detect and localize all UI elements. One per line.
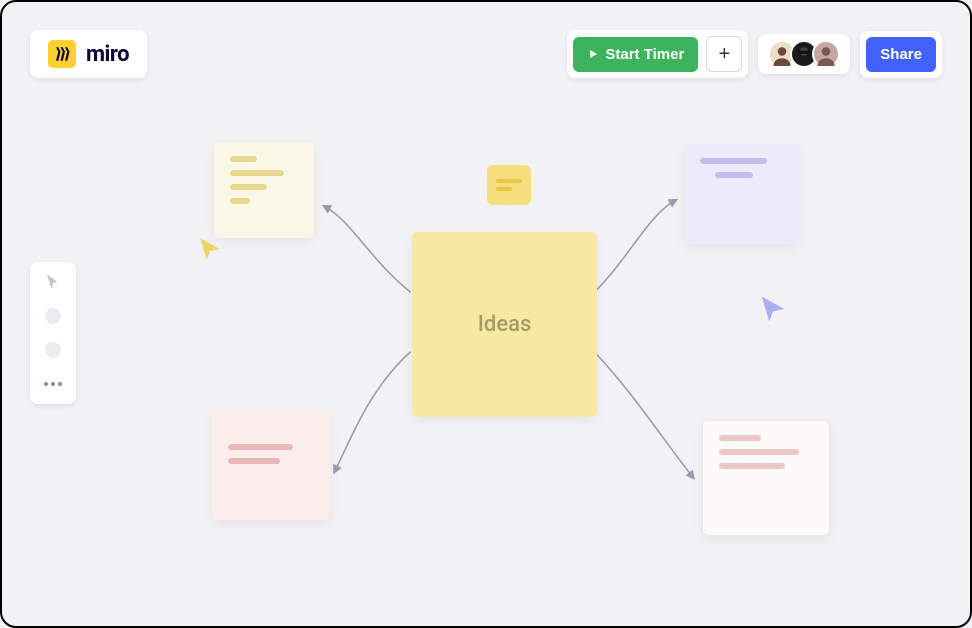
cursor-icon (44, 273, 62, 291)
comment-icon (487, 165, 531, 205)
timer-card: Start Timer + (567, 30, 748, 78)
circle-icon (45, 308, 61, 324)
add-button[interactable]: + (706, 36, 742, 72)
note-top-left (214, 142, 314, 238)
avatar[interactable] (812, 40, 840, 68)
tool-sidebar (30, 262, 76, 404)
person-icon (814, 40, 838, 68)
note-top-right (684, 144, 800, 244)
miro-logo-icon (48, 40, 76, 68)
select-tool[interactable] (43, 272, 63, 292)
note-center: Ideas (412, 232, 597, 417)
share-button[interactable]: Share (866, 37, 936, 72)
circle-icon (45, 342, 61, 358)
logo[interactable]: miro (30, 30, 147, 78)
board-canvas: Ideas (2, 2, 970, 626)
share-label: Share (880, 46, 922, 63)
center-note-label: Ideas (478, 312, 532, 337)
connectors (2, 2, 970, 626)
tool-slot[interactable] (43, 306, 63, 326)
share-card: Share (860, 31, 942, 78)
tool-slot[interactable] (43, 340, 63, 360)
collaborator-cursor-icon (197, 236, 223, 262)
plus-icon: + (718, 43, 730, 66)
play-icon (587, 48, 599, 60)
more-icon (44, 382, 62, 386)
note-bottom-left (212, 410, 330, 520)
start-timer-label: Start Timer (605, 46, 684, 63)
more-tools[interactable] (43, 374, 63, 394)
top-bar: miro Start Timer + Share (30, 30, 942, 78)
top-bar-right: Start Timer + Share (567, 30, 942, 78)
collaborators[interactable] (758, 34, 850, 74)
collaborator-cursor-icon (758, 294, 788, 324)
app-name: miro (86, 42, 129, 67)
note-bottom-right (702, 420, 830, 536)
start-timer-button[interactable]: Start Timer (573, 37, 698, 72)
